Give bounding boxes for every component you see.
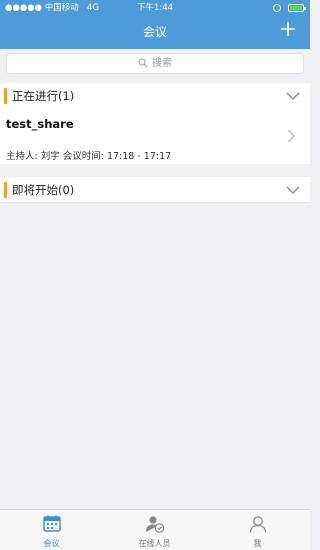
section-upcoming-title: 即将开始(0)	[12, 183, 75, 197]
section-accent-bar	[4, 182, 7, 198]
section-ongoing[interactable]: 正在进行(1)	[0, 83, 310, 109]
tab-label: 我	[253, 539, 262, 548]
status-time: 下午1:44	[136, 3, 174, 13]
page-title: 会议	[142, 25, 167, 39]
alarm-icon	[273, 3, 282, 12]
battery-icon	[288, 3, 306, 12]
tab-label: 在线人员	[138, 539, 171, 548]
search-input[interactable]: 搜索	[6, 53, 304, 74]
chevron-down-icon[interactable]	[285, 184, 301, 196]
chevron-right-icon	[287, 129, 295, 143]
app-header: ●●●●● 中国移动 4G 下午1:44 会议	[0, 0, 310, 49]
calendar-icon	[42, 515, 61, 532]
tab-me[interactable]: 我	[206, 510, 309, 550]
meeting-name: test_share	[6, 117, 74, 131]
tab-meetings[interactable]: 会议	[0, 510, 103, 550]
profile-icon	[249, 516, 266, 533]
tab-bar: 会议 在线人员 我	[0, 509, 310, 550]
tab-online-users[interactable]: 在线人员	[103, 510, 206, 550]
online-users-icon	[145, 516, 164, 533]
chevron-down-icon[interactable]	[285, 90, 301, 102]
section-upcoming[interactable]: 即将开始(0)	[0, 177, 310, 203]
search-placeholder: 搜索	[152, 58, 172, 69]
section-accent-bar	[4, 88, 7, 104]
meeting-info: 主持人: 刘宇 会议时间: 17:18 - 17:17	[6, 151, 172, 162]
search-bar: 搜索	[0, 49, 310, 79]
search-icon	[138, 58, 148, 68]
meeting-list-item[interactable]: test_share 主持人: 刘宇 会议时间: 17:18 - 17:17	[0, 108, 310, 164]
add-button[interactable]	[276, 17, 300, 41]
tab-label: 会议	[43, 539, 60, 548]
section-ongoing-title: 正在进行(1)	[12, 89, 75, 103]
nav-bar: 会议	[0, 17, 310, 49]
status-bar: ●●●●● 中国移动 4G 下午1:44	[0, 0, 310, 17]
